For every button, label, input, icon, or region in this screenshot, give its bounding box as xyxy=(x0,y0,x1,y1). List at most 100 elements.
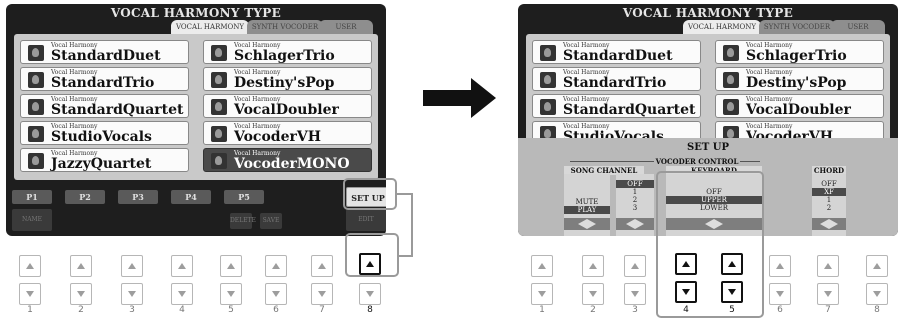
down-button-6[interactable] xyxy=(769,283,791,305)
tab-synth-vocoder[interactable]: SYNTH VOCODER xyxy=(247,20,323,34)
page-button-p3[interactable]: P3 xyxy=(118,190,158,204)
type-item-vocoder-vh[interactable]: Vocal Harmony VocoderVH xyxy=(203,121,372,145)
down-button-2[interactable] xyxy=(582,283,604,305)
button-number: 8 xyxy=(367,305,373,315)
up-button-7[interactable] xyxy=(817,255,839,277)
down-arrow-icon xyxy=(77,291,85,297)
button-number: 5 xyxy=(729,305,735,315)
microphone-icon xyxy=(540,45,556,61)
down-button-8[interactable] xyxy=(866,283,888,305)
down-arrow-icon xyxy=(631,291,639,297)
setup-title: SET UP xyxy=(686,142,729,153)
type-item-standard-trio[interactable]: Vocal Harmony StandardTrio xyxy=(532,67,701,91)
chord-selector[interactable]: OFF XF 1 2 xyxy=(812,174,846,236)
up-button-1[interactable] xyxy=(19,255,41,277)
down-button-5[interactable] xyxy=(721,281,743,303)
button-number: 2 xyxy=(590,305,596,315)
type-name: StandardDuet xyxy=(563,48,673,64)
option-3: 3 xyxy=(632,204,638,212)
type-item-vocal-doubler[interactable]: Vocal Harmony VocalDoubler xyxy=(715,94,884,118)
up-button-8[interactable] xyxy=(866,255,888,277)
tab-user[interactable]: USER xyxy=(831,20,885,34)
type-item-destinys-pop[interactable]: Vocal Harmony Destiny'sPop xyxy=(203,67,372,91)
tab-bar: VOCAL HARMONY SYNTH VOCODER USER xyxy=(6,20,386,34)
button-number: 3 xyxy=(129,305,135,315)
button-number: 2 xyxy=(78,305,84,315)
up-button-4[interactable] xyxy=(171,255,193,277)
song-channel-play-mute[interactable]: MUTE PLAY xyxy=(564,174,610,236)
type-item-vocoder-mono[interactable]: Vocal Harmony VocoderMONO xyxy=(203,148,372,172)
down-button-7[interactable] xyxy=(311,283,333,305)
type-item-standard-quartet[interactable]: Vocal Harmony StandardQuartet xyxy=(532,94,701,118)
page-button-p4[interactable]: P4 xyxy=(171,190,211,204)
type-item-standard-quartet[interactable]: Vocal Harmony StandardQuartet xyxy=(20,94,189,118)
tab-bar: VOCAL HARMONY SYNTH VOCODER USER xyxy=(518,20,898,34)
type-item-vocal-doubler[interactable]: Vocal Harmony VocalDoubler xyxy=(203,94,372,118)
up-button-3[interactable] xyxy=(121,255,143,277)
down-arrow-icon xyxy=(728,289,736,295)
up-button-2[interactable] xyxy=(70,255,92,277)
down-button-1[interactable] xyxy=(19,283,41,305)
tab-vocal-harmony[interactable]: VOCAL HARMONY xyxy=(171,20,249,34)
down-button-2[interactable] xyxy=(70,283,92,305)
group-divider xyxy=(740,161,760,162)
up-button-2[interactable] xyxy=(582,255,604,277)
type-item-schlager-trio[interactable]: Vocal Harmony SchlagerTrio xyxy=(203,40,372,64)
song-channel-number[interactable]: OFF 1 2 3 xyxy=(616,174,654,236)
microphone-icon xyxy=(28,99,44,115)
up-button-7[interactable] xyxy=(311,255,333,277)
down-button-5[interactable] xyxy=(220,283,242,305)
up-button-6[interactable] xyxy=(769,255,791,277)
up-button-5[interactable] xyxy=(220,255,242,277)
type-name: VocalDoubler xyxy=(746,102,851,118)
up-button-4[interactable] xyxy=(675,253,697,275)
delete-button[interactable]: DELETE xyxy=(230,213,256,229)
type-item-jazzy-quartet[interactable]: Vocal Harmony JazzyQuartet xyxy=(20,148,189,172)
down-button-3[interactable] xyxy=(121,283,143,305)
up-down-arrows-icon[interactable] xyxy=(616,218,654,230)
page-button-p5[interactable]: P5 xyxy=(224,190,264,204)
up-arrow-icon xyxy=(631,263,639,269)
down-arrow-icon xyxy=(873,291,881,297)
up-button-6[interactable] xyxy=(265,255,287,277)
down-button-1[interactable] xyxy=(531,283,553,305)
down-button-4[interactable] xyxy=(171,283,193,305)
type-item-standard-trio[interactable]: Vocal Harmony StandardTrio xyxy=(20,67,189,91)
next-step-arrow-icon xyxy=(423,78,496,118)
type-item-standard-duet[interactable]: Vocal Harmony StandardDuet xyxy=(20,40,189,64)
screen-title: VOCAL HARMONY TYPE xyxy=(110,6,282,20)
save-button[interactable]: SAVE xyxy=(260,213,282,229)
up-button-8[interactable] xyxy=(359,253,381,275)
up-button-3[interactable] xyxy=(624,255,646,277)
microphone-icon xyxy=(540,72,556,88)
down-button-3[interactable] xyxy=(624,283,646,305)
option-2: 2 xyxy=(632,196,638,204)
button-number: 7 xyxy=(825,305,831,315)
microphone-icon xyxy=(28,153,44,169)
group-divider xyxy=(570,161,654,162)
type-item-destinys-pop[interactable]: Vocal Harmony Destiny'sPop xyxy=(715,67,884,91)
tab-vocal-harmony[interactable]: VOCAL HARMONY xyxy=(683,20,761,34)
up-down-arrows-icon[interactable] xyxy=(564,218,610,230)
tab-user[interactable]: USER xyxy=(319,20,373,34)
up-arrow-icon xyxy=(873,263,881,269)
up-arrow-icon xyxy=(318,263,326,269)
up-button-1[interactable] xyxy=(531,255,553,277)
name-button[interactable]: NAME xyxy=(12,209,52,231)
down-button-7[interactable] xyxy=(817,283,839,305)
up-down-arrows-icon[interactable] xyxy=(812,218,846,230)
type-item-studio-vocals[interactable]: Vocal Harmony StudioVocals xyxy=(20,121,189,145)
vocoder-icon xyxy=(211,126,227,142)
page-button-p1[interactable]: P1 xyxy=(12,190,52,204)
down-button-8[interactable] xyxy=(359,283,381,305)
down-button-4[interactable] xyxy=(675,281,697,303)
button-number: 1 xyxy=(539,305,545,315)
tab-synth-vocoder[interactable]: SYNTH VOCODER xyxy=(759,20,835,34)
page-button-p2[interactable]: P2 xyxy=(65,190,105,204)
type-item-standard-duet[interactable]: Vocal Harmony StandardDuet xyxy=(532,40,701,64)
up-button-5[interactable] xyxy=(721,253,743,275)
down-arrow-icon xyxy=(227,291,235,297)
down-button-6[interactable] xyxy=(265,283,287,305)
type-item-schlager-trio[interactable]: Vocal Harmony SchlagerTrio xyxy=(715,40,884,64)
type-list-panel: Vocal Harmony StandardDuet Vocal Harmony… xyxy=(14,34,378,180)
